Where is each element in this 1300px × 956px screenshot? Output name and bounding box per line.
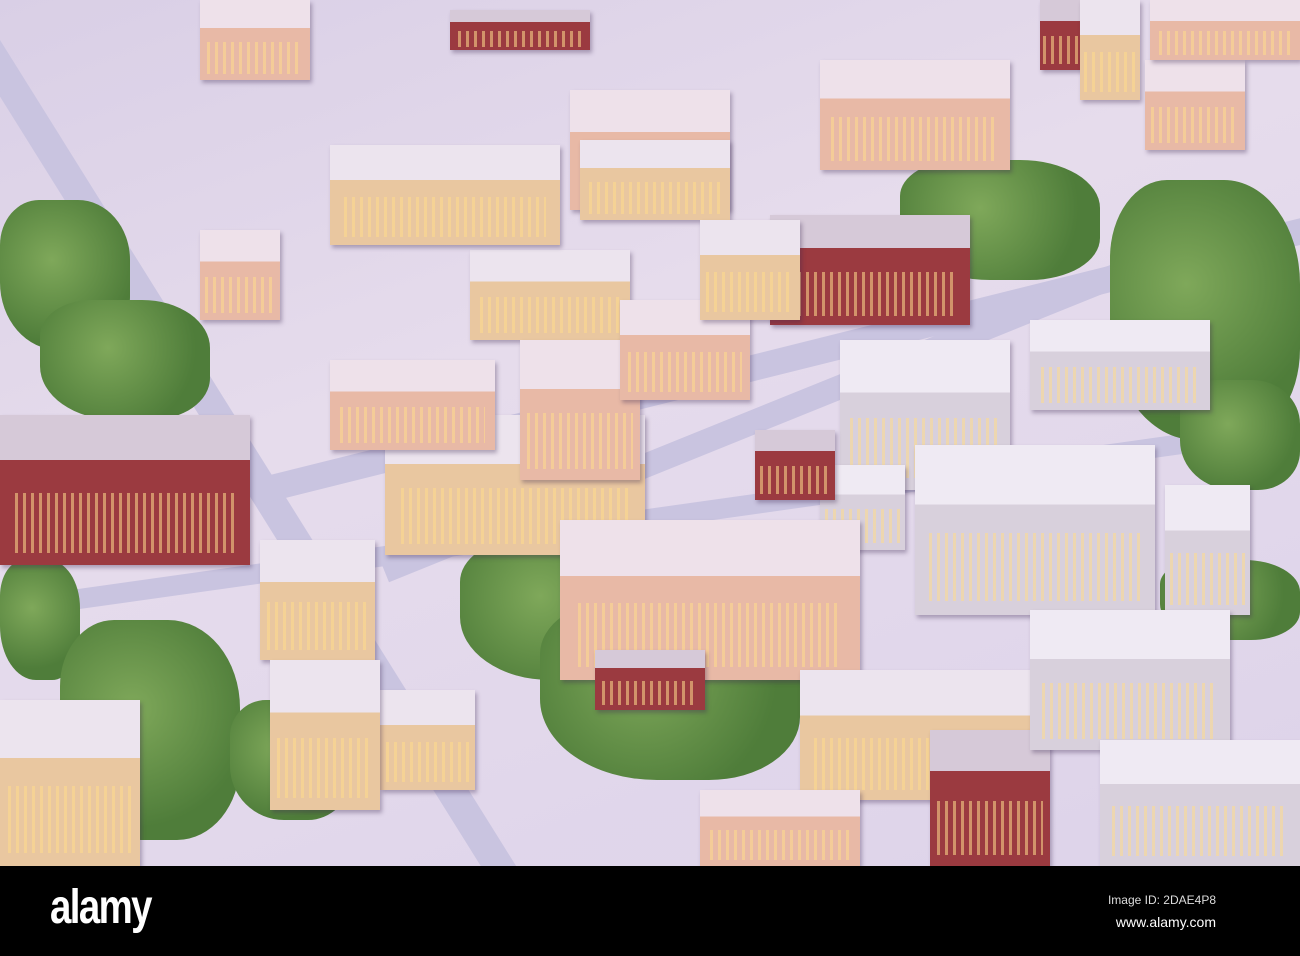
building	[820, 60, 1010, 170]
building	[0, 415, 250, 565]
building	[595, 650, 705, 710]
building	[270, 660, 380, 810]
building	[330, 360, 495, 450]
building	[260, 540, 375, 660]
building	[330, 145, 560, 245]
building	[1080, 0, 1140, 100]
site-url: www.alamy.com	[1115, 914, 1216, 930]
city-model-photo	[0, 0, 1300, 866]
building	[755, 430, 835, 500]
building	[1165, 485, 1250, 615]
building	[1030, 320, 1210, 410]
building	[1100, 740, 1300, 866]
building	[915, 445, 1155, 615]
building	[1030, 610, 1230, 750]
building	[930, 730, 1050, 866]
alamy-logo: alamy	[50, 881, 152, 934]
building	[770, 215, 970, 325]
building	[700, 220, 800, 320]
building	[450, 10, 590, 50]
watermark-bar: alamy Image ID: 2DAE4P8 www.alamy.com	[0, 866, 1300, 956]
tree-cluster	[40, 300, 210, 420]
building	[380, 690, 475, 790]
building	[1150, 0, 1300, 60]
building	[700, 790, 860, 866]
building	[470, 250, 630, 340]
building	[200, 230, 280, 320]
building	[0, 700, 140, 866]
image-id-label: Image ID: 2DAE4P8	[1107, 893, 1216, 907]
building	[1145, 60, 1245, 150]
building	[580, 140, 730, 220]
building	[200, 0, 310, 80]
